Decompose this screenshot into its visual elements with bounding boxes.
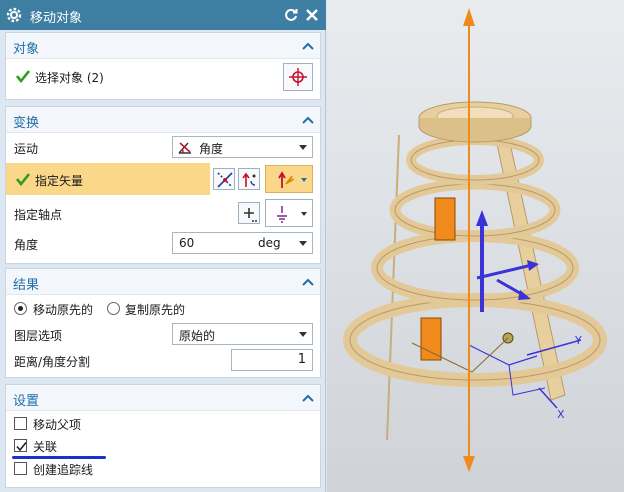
distance-angle-split-input[interactable]: 1	[231, 349, 313, 371]
settings-section: 设置 移动父项 关联 创建追踪线	[5, 384, 321, 488]
move-original-label[interactable]: 移动原先的	[33, 301, 93, 318]
specify-pivot-label: 指定轴点	[14, 208, 63, 222]
chevron-down-icon	[299, 241, 307, 246]
transform-section-title: 变换	[13, 116, 40, 131]
specify-vector-label: 指定矢量	[35, 174, 84, 188]
vector-dialog-icon	[217, 172, 233, 188]
motion-dropdown[interactable]: 角度	[172, 136, 313, 158]
point-dialog-icon	[244, 208, 257, 222]
motion-value: 角度	[199, 142, 224, 156]
inferred-vector-icon	[278, 171, 295, 188]
dialog-title: 移动对象	[30, 11, 83, 26]
move-original-radio[interactable]	[14, 302, 27, 315]
result-section-title: 结果	[13, 278, 40, 293]
chevron-down-icon	[301, 212, 307, 216]
result-section: 结果 移动原先的 复制原先的 图层选项 原始的 距离/角度分割 1	[5, 268, 321, 378]
associate-underline	[12, 456, 106, 459]
chevron-down-icon	[299, 145, 307, 150]
chevron-down-icon	[299, 332, 307, 337]
dialog-title-bar: 移动对象	[0, 0, 326, 30]
chevron-down-icon	[301, 178, 307, 182]
transform-section: 变换 运动 角度 指定矢量 指定轴点 角度 60 deg	[5, 106, 321, 264]
distance-angle-split-label: 距离/角度分割	[14, 355, 91, 369]
angle-label: 角度	[14, 238, 39, 252]
chevron-up-icon[interactable]	[302, 115, 314, 125]
layer-option-value: 原始的	[179, 329, 216, 343]
settings-section-header[interactable]: 设置	[6, 385, 320, 411]
block-lower	[420, 317, 442, 361]
distance-angle-split-value: 1	[297, 352, 306, 367]
associate-label[interactable]: 关联	[33, 438, 57, 455]
layer-option-dropdown[interactable]: 原始的	[172, 323, 313, 345]
move-parent-label[interactable]: 移动父项	[33, 416, 81, 433]
reset-icon[interactable]	[283, 7, 299, 23]
select-object-label: 选择对象 (2)	[35, 71, 104, 85]
motion-label: 运动	[14, 142, 39, 156]
snap-point-icon	[277, 206, 287, 223]
angle-unit[interactable]: deg	[258, 236, 281, 250]
layer-option-label: 图层选项	[14, 329, 63, 343]
check-icon	[16, 173, 30, 186]
move-parent-checkbox[interactable]	[14, 417, 27, 430]
ring-5	[343, 293, 607, 387]
angle-motion-icon	[178, 142, 191, 154]
copy-original-label[interactable]: 复制原先的	[125, 301, 185, 318]
graphics-viewport[interactable]: Y X	[327, 0, 624, 492]
axis-x-label: X	[557, 408, 565, 421]
crosshair-icon	[289, 68, 307, 86]
trace-lines-label[interactable]: 创建追踪线	[33, 461, 93, 478]
axis-y-label: Y	[574, 334, 582, 347]
transform-section-header[interactable]: 变换	[6, 107, 320, 133]
result-section-header[interactable]: 结果	[6, 269, 320, 295]
object-section-header[interactable]: 对象	[6, 33, 320, 59]
gear-icon[interactable]	[5, 6, 23, 24]
close-icon[interactable]	[304, 7, 320, 23]
point-dialog-button[interactable]	[238, 202, 260, 224]
angle-value: 60	[179, 236, 195, 250]
reverse-direction-icon	[242, 172, 256, 187]
trace-lines-checkbox[interactable]	[14, 462, 27, 475]
select-object-button[interactable]	[283, 63, 313, 91]
chevron-up-icon[interactable]	[302, 393, 314, 403]
checkmark-icon	[16, 442, 27, 452]
reverse-direction-button[interactable]	[238, 168, 260, 190]
object-section-title: 对象	[13, 42, 40, 57]
vector-type-dropdown[interactable]	[265, 165, 313, 193]
chevron-up-icon[interactable]	[302, 41, 314, 51]
vector-dialog-button[interactable]	[213, 168, 235, 190]
associate-checkbox[interactable]	[14, 439, 27, 452]
check-icon	[16, 70, 30, 83]
chevron-up-icon[interactable]	[302, 277, 314, 287]
angle-input[interactable]: 60 deg	[172, 232, 313, 254]
point-type-dropdown[interactable]	[265, 199, 313, 227]
settings-section-title: 设置	[13, 394, 40, 409]
copy-original-radio[interactable]	[107, 302, 120, 315]
block-upper	[434, 197, 456, 241]
object-section: 对象 选择对象 (2)	[5, 32, 321, 100]
move-object-dialog: 移动对象 对象 选择对象 (2) 变换 运动 角度 指定矢量 指定轴点 角度 6…	[0, 0, 326, 492]
spiral-model: Y X	[343, 8, 607, 472]
